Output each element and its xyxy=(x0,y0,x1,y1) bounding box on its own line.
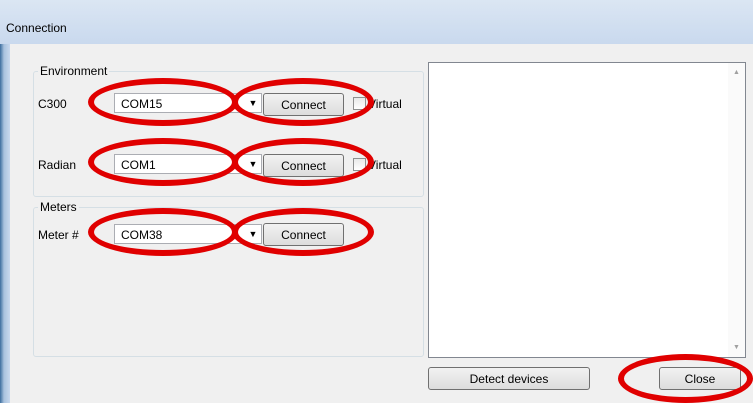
radian-label: Radian xyxy=(38,158,77,172)
connection-dialog: Connection Environment C300 COM15 ▼ Conn… xyxy=(0,0,753,403)
c300-label: C300 xyxy=(38,97,67,111)
title-bar[interactable]: Connection xyxy=(0,0,753,44)
radian-connect-button[interactable]: Connect xyxy=(263,154,344,177)
dialog-client-area: Environment C300 COM15 ▼ Connect Virtual… xyxy=(10,44,753,403)
c300-virtual-checkbox[interactable] xyxy=(353,97,366,110)
meter-1-label: Meter # xyxy=(38,228,79,242)
chevron-down-icon[interactable]: ▼ xyxy=(245,155,261,173)
window-title: Connection xyxy=(6,21,67,35)
chevron-down-icon[interactable]: ▼ xyxy=(245,94,261,112)
radian-port-value: COM1 xyxy=(121,158,156,172)
radian-virtual-label[interactable]: Virtual xyxy=(368,158,402,172)
window-left-border xyxy=(0,44,10,403)
c300-virtual-label[interactable]: Virtual xyxy=(368,97,402,111)
detect-devices-button[interactable]: Detect devices xyxy=(428,367,590,390)
environment-group xyxy=(33,71,424,197)
close-button[interactable]: Close xyxy=(659,367,741,390)
environment-group-title: Environment xyxy=(38,64,110,78)
chevron-down-icon[interactable]: ▼ xyxy=(245,225,261,243)
c300-port-value: COM15 xyxy=(121,97,163,111)
device-log-box[interactable]: ▲ ▼ xyxy=(428,62,746,358)
meter-1-port-value: COM38 xyxy=(121,228,163,242)
c300-port-select[interactable]: COM15 ▼ xyxy=(114,93,262,113)
scroll-up-icon[interactable]: ▲ xyxy=(728,69,745,76)
log-scrollbar[interactable]: ▲ ▼ xyxy=(728,63,745,357)
radian-virtual-checkbox[interactable] xyxy=(353,158,366,171)
radian-port-select[interactable]: COM1 ▼ xyxy=(114,154,262,174)
c300-connect-button[interactable]: Connect xyxy=(263,93,344,116)
meter-1-connect-button[interactable]: Connect xyxy=(263,223,344,246)
meter-1-port-select[interactable]: COM38 ▼ xyxy=(114,224,262,244)
scroll-down-icon[interactable]: ▼ xyxy=(728,344,745,351)
meters-group-title: Meters xyxy=(38,200,79,214)
